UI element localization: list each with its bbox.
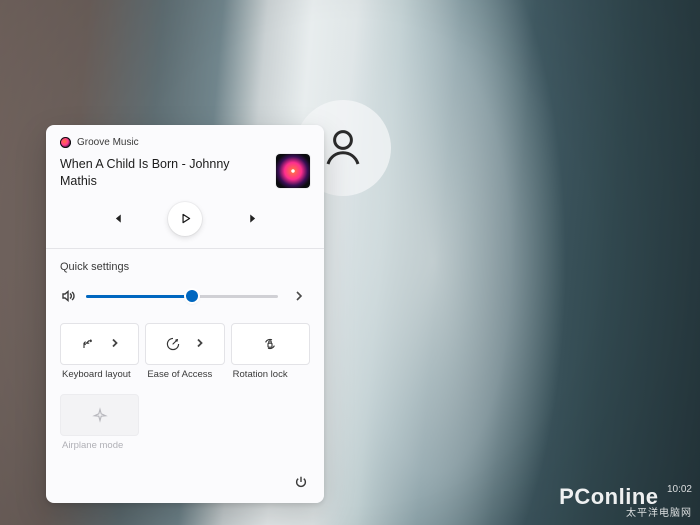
tile-rotation-lock[interactable] [231, 323, 310, 365]
volume-slider[interactable] [86, 289, 278, 303]
groove-music-icon [60, 137, 71, 148]
tile-keyboard-layout[interactable] [60, 323, 139, 365]
play-button[interactable] [168, 202, 202, 236]
quick-tile-labels-row1: Keyboard layout Ease of Access Rotation … [60, 369, 310, 380]
flyout-panel: Groove Music When A Child Is Born - John… [46, 125, 324, 503]
airplane-icon [92, 407, 108, 423]
quick-tile-labels-row2: Airplane mode [60, 440, 310, 451]
tile-label-keyboard-layout: Keyboard layout [60, 369, 139, 380]
speaker-icon[interactable] [60, 288, 76, 304]
media-track-title: When A Child Is Born - Johnny Mathis [60, 154, 268, 190]
media-header: Groove Music [60, 137, 310, 148]
previous-track-button[interactable] [102, 204, 132, 234]
ease-of-access-icon [165, 336, 181, 352]
panel-footer [46, 463, 324, 503]
watermark-subtitle: 太平洋电脑网 [559, 509, 692, 520]
album-art[interactable] [276, 154, 310, 188]
tile-label-airplane-mode: Airplane mode [60, 440, 139, 451]
next-icon [247, 212, 260, 225]
tile-airplane-mode[interactable] [60, 394, 139, 436]
next-track-button[interactable] [238, 204, 268, 234]
power-icon [294, 475, 308, 489]
media-app-name: Groove Music [77, 137, 139, 148]
quick-settings-title: Quick settings [60, 261, 310, 273]
quick-tiles-row2 [60, 394, 310, 436]
quick-settings-section: Quick settings [46, 248, 324, 463]
volume-fill [86, 295, 192, 298]
keyboard-layout-icon [80, 336, 96, 352]
volume-thumb[interactable] [186, 290, 198, 302]
previous-icon [111, 212, 124, 225]
media-controls [60, 202, 310, 236]
watermark: PConline 10:02 太平洋电脑网 [559, 485, 692, 519]
chevron-right-icon [195, 336, 205, 351]
tile-label-rotation-lock: Rotation lock [231, 369, 310, 380]
chevron-right-icon [293, 290, 305, 302]
quick-tiles-row1 [60, 323, 310, 365]
volume-expand-button[interactable] [288, 285, 310, 307]
volume-row [60, 285, 310, 307]
media-section: Groove Music When A Child Is Born - John… [46, 125, 324, 248]
chevron-right-icon [110, 336, 120, 351]
rotation-lock-icon [262, 336, 278, 352]
tile-label-ease-of-access: Ease of Access [145, 369, 224, 380]
watermark-time: 10:02 [667, 485, 692, 496]
user-icon [319, 124, 367, 172]
power-button[interactable] [288, 469, 314, 495]
watermark-brand: PConline [559, 485, 658, 508]
tile-ease-of-access[interactable] [145, 323, 224, 365]
play-icon [179, 212, 192, 225]
